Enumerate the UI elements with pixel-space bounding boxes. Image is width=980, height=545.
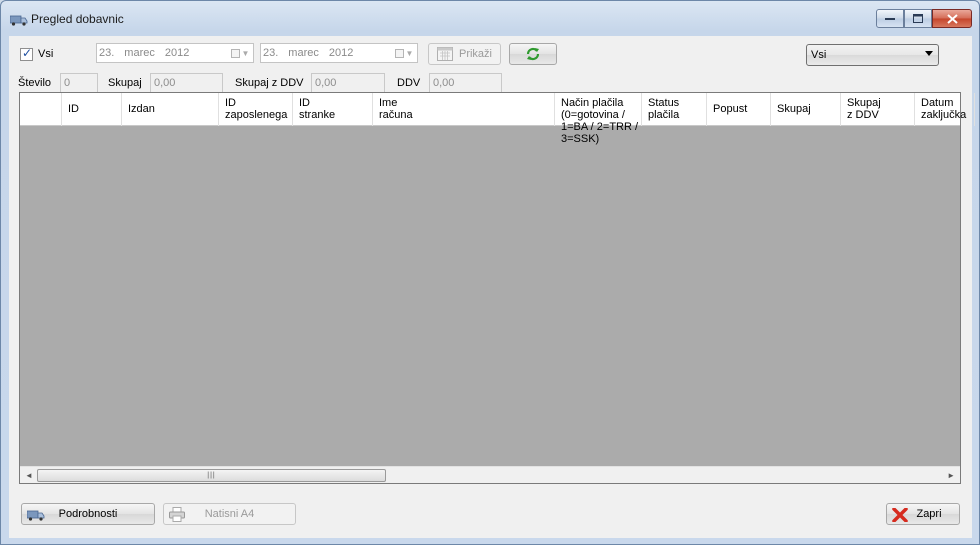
column-header[interactable]: Izdan — [122, 93, 219, 126]
sum-label: Skupaj — [108, 77, 142, 89]
data-grid[interactable]: ID Izdan ID zaposlenega ID stranke Ime računa Na… — [19, 92, 975, 484]
close-window-button[interactable] — [932, 9, 972, 28]
printer-icon — [169, 507, 185, 522]
column-header[interactable]: ID zaposlenega — [219, 93, 293, 126]
column-header-label: Skupaj — [847, 97, 881, 109]
all-checkbox[interactable] — [20, 46, 33, 61]
date-to-day: 23. — [263, 47, 279, 59]
sum-vat-label: Skupaj z DDV — [235, 77, 304, 89]
all-checkbox-label: Vsi — [38, 48, 54, 60]
column-header-label: Popust — [713, 103, 748, 115]
horizontal-scrollbar[interactable]: ◄ ||| ► — [20, 466, 960, 483]
show-button-label: Prikaži — [458, 48, 492, 60]
date-to-month: marec — [288, 47, 319, 59]
column-header[interactable]: Datum zaključka — [915, 93, 975, 126]
column-header-label: Skupaj — [777, 103, 811, 115]
date-to-picker[interactable]: 23. marec 2012 ▼ — [260, 43, 418, 63]
scroll-left-icon[interactable]: ◄ — [25, 471, 33, 480]
date-from-year: 2012 — [164, 47, 190, 59]
calendar-dropdown-icon[interactable]: ▼ — [229, 46, 251, 60]
close-button[interactable]: Zapri — [886, 503, 960, 525]
column-header-label: 1=BA / 2=TRR / 3=SSK) — [561, 121, 639, 145]
minimize-icon — [885, 17, 895, 20]
grid-header: ID Izdan ID zaposlenega ID stranke Ime računa Na… — [20, 93, 975, 145]
calendar-dropdown-icon[interactable]: ▼ — [393, 46, 415, 60]
close-red-x-icon — [892, 508, 908, 522]
refresh-button[interactable] — [509, 43, 557, 65]
column-header[interactable]: Skupaj z DDV — [841, 93, 915, 126]
column-header-label: ID — [68, 103, 79, 115]
column-header-label: Status — [648, 97, 680, 109]
column-header-label: plačila — [648, 109, 680, 121]
column-header-label: ID — [225, 97, 236, 109]
vat-label: DDV — [397, 77, 421, 89]
truck-icon — [10, 15, 28, 26]
chevron-down-icon — [925, 51, 933, 56]
column-header[interactable]: Skupaj — [771, 93, 841, 126]
column-header[interactable]: Način plačila (0=gotovina /1=BA / 2=TRR … — [555, 93, 642, 145]
count-label: Število — [18, 77, 52, 89]
column-header-label: zaposlenega — [225, 109, 288, 121]
close-button-label: Zapri — [916, 508, 942, 520]
column-header[interactable]: Ime računa — [373, 93, 555, 126]
column-header[interactable]: ID — [62, 93, 122, 126]
print-a4-button[interactable]: Natisni A4 — [163, 503, 296, 525]
scrollbar-thumb[interactable]: ||| — [37, 469, 386, 482]
column-header[interactable]: Status plačila — [642, 93, 707, 126]
column-header-label: računa — [379, 109, 413, 121]
column-header-label: Način plačila (0=gotovina / — [561, 97, 625, 121]
column-header-label: ID — [299, 97, 310, 109]
show-button[interactable]: Prikaži — [428, 43, 501, 65]
date-to-year: 2012 — [328, 47, 354, 59]
column-header-label: Ime — [379, 97, 398, 109]
close-icon — [946, 13, 958, 24]
title-bar[interactable]: Pregled dobavnic — [1, 1, 979, 35]
vat-field: 0,00 — [429, 73, 502, 93]
details-button[interactable]: Podrobnosti — [21, 503, 155, 525]
maximize-button[interactable] — [904, 9, 932, 28]
column-header-label: z DDV — [847, 109, 879, 121]
main-window: Pregled dobavnic Vsi 23. marec 2012 ▼ 23… — [0, 0, 980, 545]
window-title: Pregled dobavnic — [31, 12, 124, 26]
column-header-label: Izdan — [128, 103, 155, 115]
details-button-label: Podrobnosti — [58, 508, 118, 520]
client-area: Vsi 23. marec 2012 ▼ 23. marec 2012 ▼ Pr… — [9, 36, 975, 538]
count-field: 0 — [60, 73, 98, 93]
sum-vat-field: 0,00 — [311, 73, 385, 93]
type-select-value: Vsi — [811, 49, 827, 61]
minimize-button[interactable] — [876, 9, 904, 28]
column-header-label: Datum — [921, 97, 954, 109]
date-from-month: marec — [124, 47, 155, 59]
maximize-icon — [913, 14, 923, 23]
date-from-picker[interactable]: 23. marec 2012 ▼ — [96, 43, 254, 63]
row-header-corner — [20, 93, 62, 126]
date-from-day: 23. — [99, 47, 115, 59]
scroll-right-icon[interactable]: ► — [947, 471, 955, 480]
type-select[interactable]: Vsi — [806, 44, 939, 66]
print-button-label: Natisni A4 — [204, 508, 255, 520]
calendar-icon — [436, 47, 453, 61]
column-header[interactable]: Popust — [707, 93, 771, 126]
column-header[interactable]: ID stranke — [293, 93, 373, 126]
column-header-label: zaključka — [921, 109, 967, 121]
refresh-icon — [526, 47, 540, 61]
truck-icon — [27, 510, 45, 521]
sum-field: 0,00 — [150, 73, 223, 93]
column-header-label: stranke — [299, 109, 336, 121]
